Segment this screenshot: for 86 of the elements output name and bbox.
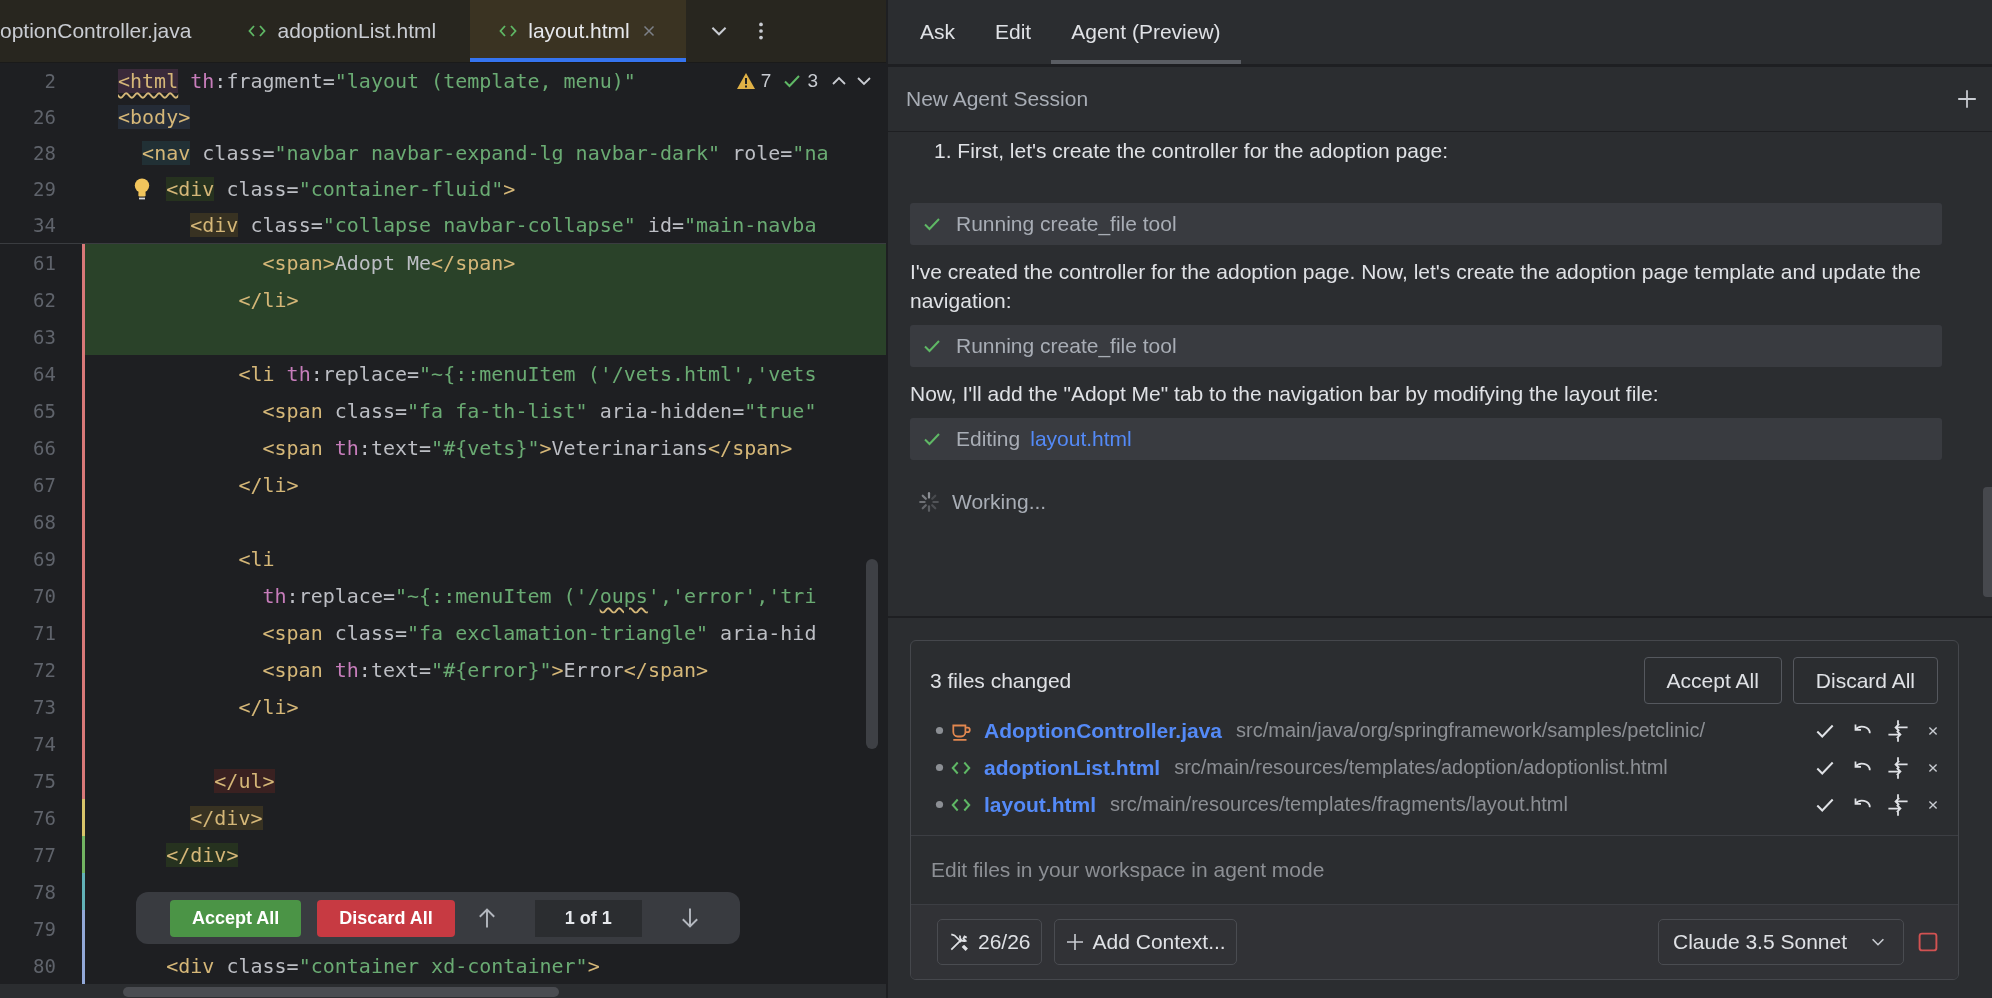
line-number: 26 bbox=[32, 106, 56, 128]
line-number: 73 bbox=[32, 695, 56, 718]
tools-icon bbox=[948, 931, 970, 953]
dot-icon bbox=[935, 763, 944, 772]
message-text: Now, I'll add the "Adopt Me" tab to the navigation bar by modifying the layout file: bbox=[910, 381, 1660, 407]
compare-arrows-icon[interactable] bbox=[1886, 718, 1910, 743]
code-line: <li bbox=[237, 545, 276, 573]
dot-icon bbox=[935, 726, 944, 735]
line-number: 34 bbox=[32, 214, 56, 236]
plus-icon[interactable] bbox=[1956, 88, 1978, 110]
line-number: 29 bbox=[32, 178, 56, 200]
prompt-field[interactable]: Edit files in your workspace in agent mode bbox=[911, 836, 1958, 904]
code-line: <div class="collapse navbar-collapse" id="main-navba bbox=[189, 213, 817, 237]
accept-all-button[interactable]: Accept All bbox=[1643, 657, 1782, 704]
compare-arrows-icon[interactable] bbox=[1886, 755, 1910, 780]
line-number: 76 bbox=[32, 806, 56, 829]
dot-icon bbox=[935, 800, 944, 809]
file-path: src/main/resources/templates/fragments/layout.html bbox=[1110, 793, 1569, 816]
code-line: <div class="container xd-container"> bbox=[165, 952, 601, 980]
line-number: 70 bbox=[32, 584, 56, 607]
line-number: 68 bbox=[32, 510, 56, 533]
line-number: 72 bbox=[32, 658, 56, 681]
code-line: <html th:fragment="layout (template, menu)" bbox=[118, 69, 636, 93]
spinner-icon bbox=[918, 491, 940, 513]
line-number: 63 bbox=[32, 325, 56, 348]
warning-count: 7 bbox=[760, 70, 772, 92]
file-link[interactable]: adoptionList.html bbox=[984, 755, 1161, 780]
discard-all-button[interactable]: Discard All bbox=[1792, 657, 1938, 704]
changes-title: 3 files changed bbox=[930, 668, 1072, 693]
mode-tab[interactable]: Ask bbox=[900, 0, 975, 64]
change-counter: 1 of 1 bbox=[534, 899, 642, 937]
file-tab[interactable]: adoptionList.html bbox=[219, 0, 465, 62]
line-number: 75 bbox=[32, 769, 56, 792]
code-line: <div class="container-fluid"> bbox=[165, 177, 516, 201]
line-number: 78 bbox=[32, 880, 56, 903]
mode-tab[interactable]: Edit bbox=[975, 0, 1052, 64]
line-number: 62 bbox=[32, 288, 56, 311]
message-text: I've created the controller for the adoption page. Now, let's create the adoption page template and update the navigation: bbox=[910, 259, 1922, 314]
stop-icon[interactable] bbox=[1916, 930, 1940, 954]
code-line: <span class="fa exclamation-triangle" aria-hid bbox=[261, 619, 818, 647]
status-text: Working... bbox=[952, 490, 1047, 514]
code-line: <nav class="navbar navbar-expand-lg navbar-dark" role="na bbox=[141, 141, 829, 165]
code-line: <span th:text="#{error}">Error</span> bbox=[261, 656, 710, 684]
code-line: </li> bbox=[237, 471, 300, 499]
message-text: 1. First, let's create the controller for the adoption page: bbox=[934, 138, 1450, 164]
code-line: </li> bbox=[237, 693, 300, 721]
plus-icon bbox=[1064, 932, 1085, 952]
tool-label: Running create_file tool bbox=[956, 212, 1177, 236]
vertical-scrollbar[interactable] bbox=[1983, 487, 1992, 597]
tools-button[interactable]: 26/26 bbox=[937, 919, 1042, 965]
file-path: src/main/java/org/springframework/samples/petclinic/ bbox=[1236, 719, 1707, 742]
discard-all-button[interactable]: Discard All bbox=[317, 899, 455, 937]
line-number: 66 bbox=[32, 436, 56, 459]
code-line: <li th:replace="~{::menuItem ('/vets.html','vets bbox=[237, 360, 818, 388]
compare-arrows-icon[interactable] bbox=[1886, 792, 1910, 817]
horizontal-scrollbar[interactable] bbox=[123, 987, 559, 997]
line-number: 65 bbox=[32, 399, 56, 422]
tool-label: Running create_file tool bbox=[956, 334, 1177, 358]
line-number: 71 bbox=[32, 621, 56, 644]
code-line: th:replace="~{::menuItem ('/oups','error','tri bbox=[261, 582, 818, 610]
add-context-button[interactable]: Add Context... bbox=[1053, 919, 1237, 965]
warning-icon bbox=[735, 71, 756, 91]
line-number: 67 bbox=[32, 473, 56, 496]
file-path: src/main/resources/templates/adoption/adoptionlist.html bbox=[1174, 756, 1669, 779]
tool-label: Editing bbox=[956, 427, 1021, 451]
mode-tab[interactable]: Agent (Preview) bbox=[1051, 0, 1241, 64]
accept-all-button[interactable]: Accept All bbox=[170, 899, 302, 937]
line-number: 61 bbox=[32, 251, 56, 274]
file-link[interactable]: layout.html bbox=[984, 792, 1096, 817]
line-number: 69 bbox=[32, 547, 56, 570]
line-number: 80 bbox=[32, 954, 56, 977]
line-number: 79 bbox=[32, 917, 56, 940]
line-number: 77 bbox=[32, 843, 56, 866]
session-title: New Agent Session bbox=[906, 87, 1089, 111]
file-link[interactable]: AdoptionController.java bbox=[984, 718, 1222, 743]
line-number: 2 bbox=[43, 70, 56, 92]
line-number: 28 bbox=[32, 142, 56, 164]
model-dropdown[interactable]: Claude 3.5 Sonnet bbox=[1658, 919, 1904, 965]
file-tab[interactable]: optionController.java bbox=[0, 0, 220, 62]
line-number: 64 bbox=[32, 362, 56, 385]
code-line: <span th:text="#{vets}">Veterinarians</span> bbox=[261, 434, 794, 462]
file-tab[interactable]: layout.html bbox=[470, 0, 686, 62]
code-line: <span class="fa fa-th-list" aria-hidden="true" bbox=[261, 397, 818, 425]
check-count: 3 bbox=[807, 70, 818, 92]
line-number: 74 bbox=[32, 732, 56, 755]
vertical-scrollbar[interactable] bbox=[866, 559, 878, 749]
